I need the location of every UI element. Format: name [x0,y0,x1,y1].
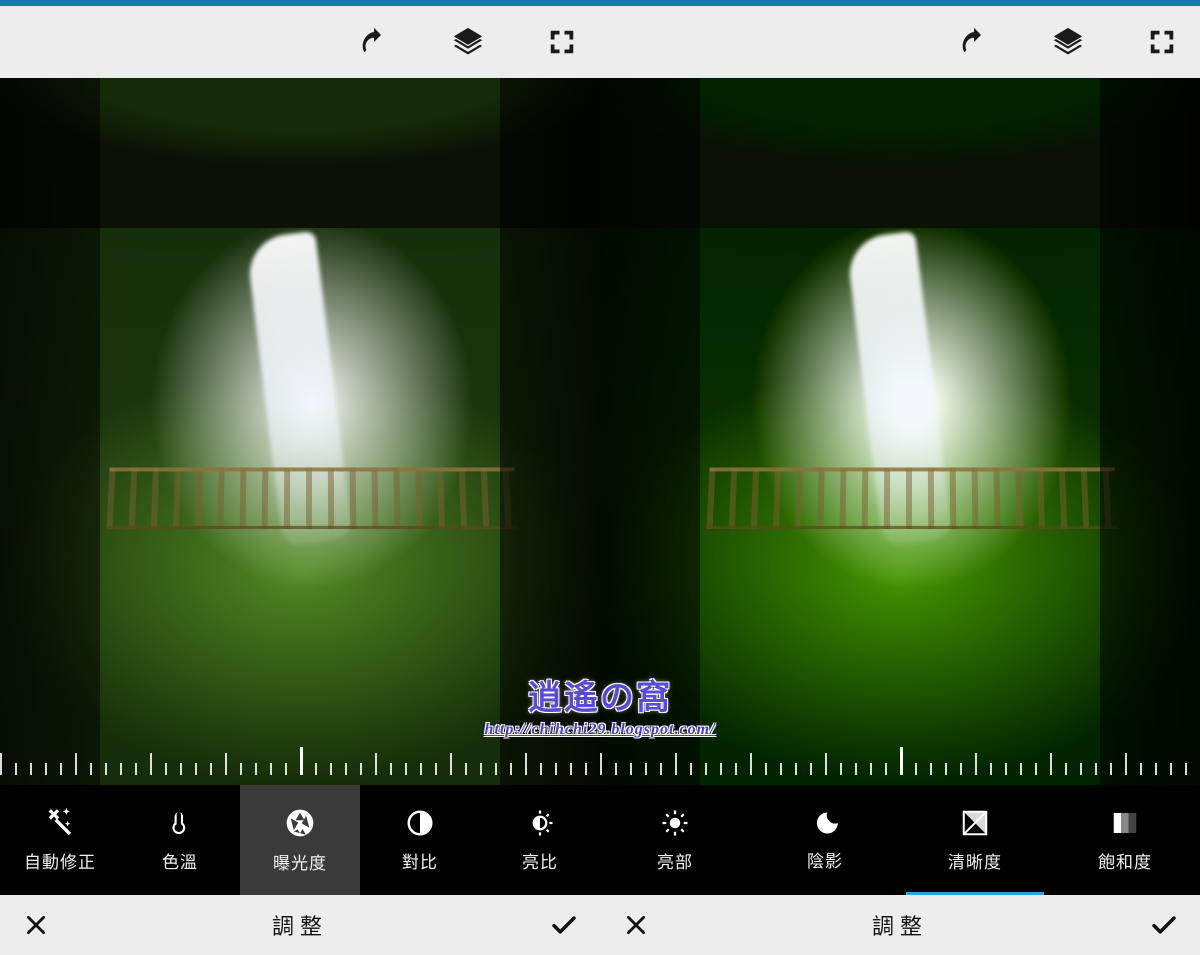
fullscreen-icon [547,27,577,57]
tool-row-left: 自動修正 色溫 曝光度 對比 亮比 [0,785,600,895]
tool-contrast[interactable]: 對比 [360,785,480,895]
check-icon [1149,910,1179,940]
tool-label: 對比 [402,848,438,873]
undo-button[interactable] [356,24,392,60]
photo-vignette-right [1100,78,1200,785]
close-icon [23,912,49,938]
photo-vignette-left [0,78,100,785]
topbar-right [600,6,1200,78]
layers-button[interactable] [1050,24,1086,60]
bottombar-left: 調整 [0,895,600,955]
tool-label: 自動修正 [24,848,96,873]
tool-saturation[interactable]: 飽和度 [1050,785,1200,895]
bottombar-title: 調整 [872,909,928,941]
layers-button[interactable] [450,24,486,60]
layers-icon [451,25,485,59]
pane-right: 亮部 陰影 清晰度 飽和度 調整 [600,6,1200,955]
moon-icon [811,809,839,837]
thermometer-icon [165,808,195,838]
tool-clarity[interactable]: 清晰度 [900,785,1050,895]
app-container: 自動修正 色溫 曝光度 對比 亮比 [0,6,1200,955]
fullscreen-button[interactable] [1144,24,1180,60]
tool-label: 曝光度 [273,849,327,874]
sun-icon [660,808,690,838]
photo-canvas-right[interactable] [600,78,1200,785]
fullscreen-icon [1147,27,1177,57]
saturation-icon [1110,808,1140,838]
tool-label: 陰影 [807,847,843,872]
tool-shadows[interactable]: 陰影 [750,785,900,895]
confirm-button[interactable] [548,909,580,941]
tool-label: 飽和度 [1098,848,1152,873]
tool-label: 色溫 [162,848,198,873]
tool-temperature[interactable]: 色溫 [120,785,240,895]
tool-auto-fix[interactable]: 自動修正 [0,785,120,895]
clarity-icon [960,808,990,838]
tool-underline [906,892,1044,895]
layers-icon [1051,25,1085,59]
undo-button[interactable] [956,24,992,60]
tool-exposure[interactable]: 曝光度 [240,785,360,895]
tool-label: 清晰度 [948,848,1002,873]
photo-walkway [707,467,1118,528]
confirm-button[interactable] [1148,909,1180,941]
aperture-icon [284,807,316,839]
photo-vignette-left [600,78,700,785]
cancel-button[interactable] [20,909,52,941]
undo-icon [957,25,991,59]
undo-icon [357,25,391,59]
tool-label: 亮比 [522,848,558,873]
tool-highlights[interactable]: 亮部 [600,785,750,895]
slider-ruler-left[interactable] [0,745,600,785]
fullscreen-button[interactable] [544,24,580,60]
wand-icon [45,808,75,838]
half-sun-icon [525,808,555,838]
check-icon [549,910,579,940]
photo-vignette-right [500,78,600,785]
contrast-icon [405,808,435,838]
bottombar-right: 調整 [600,895,1200,955]
tool-brightness[interactable]: 亮比 [480,785,600,895]
tool-row-right: 亮部 陰影 清晰度 飽和度 [600,785,1200,895]
tool-label: 亮部 [657,848,693,873]
slider-ruler-right[interactable] [600,745,1200,785]
topbar-left [0,6,600,78]
photo-canvas-left[interactable] [0,78,600,785]
cancel-button[interactable] [620,909,652,941]
close-icon [623,912,649,938]
bottombar-title: 調整 [272,909,328,941]
photo-walkway [107,467,518,528]
pane-left: 自動修正 色溫 曝光度 對比 亮比 [0,6,600,955]
